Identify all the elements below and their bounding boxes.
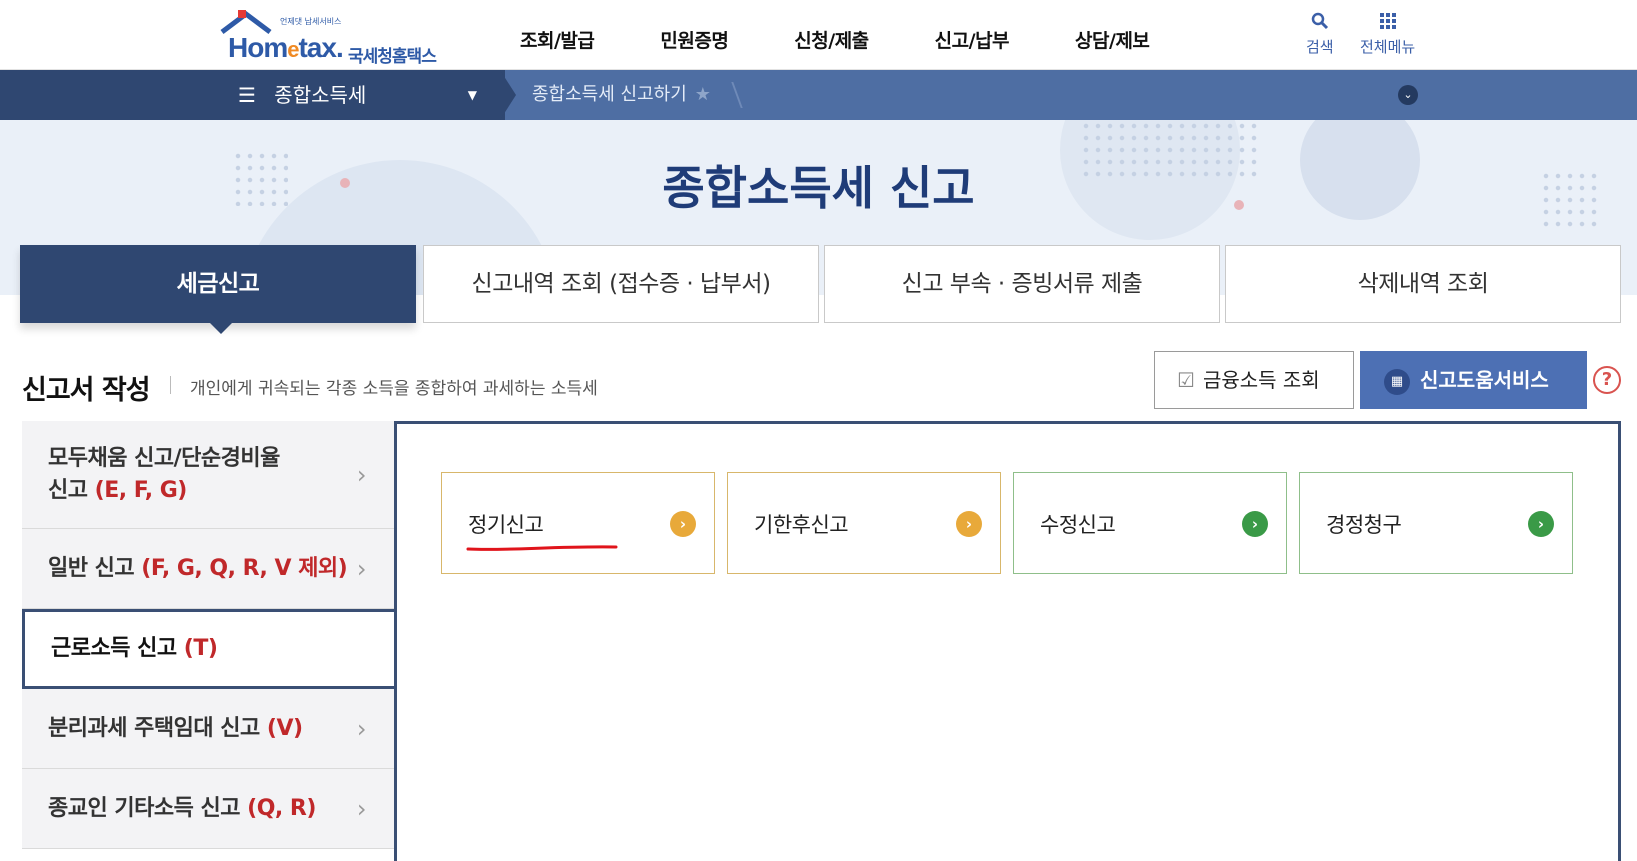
book-icon: ▦ <box>1384 368 1410 395</box>
menu-item-label: 신고 <box>48 478 95 503</box>
nav-filing-payment[interactable]: 신고/납부 <box>935 26 1010 53</box>
nav-consultation[interactable]: 상담/제보 <box>1075 26 1150 53</box>
logo-korean: 국세청홈택스 <box>348 47 437 67</box>
menu-item-code: (E, F, G) <box>94 478 188 503</box>
tab-pointer <box>209 322 233 334</box>
chevron-right-icon: › <box>356 714 367 743</box>
menu-item-general[interactable]: 일반 신고 (F, G, Q, R, V 제외) › <box>22 529 396 609</box>
card-label: 수정신고 <box>1040 513 1116 537</box>
chevron-right-icon: › <box>356 554 367 583</box>
arrow-right-circle-icon: › <box>1528 511 1554 537</box>
card-label: 정기신고 <box>468 513 544 537</box>
menu-item-code: (T) <box>183 636 218 661</box>
checkbox-icon: ☑ <box>1177 368 1195 392</box>
nav-application[interactable]: 신청/제출 <box>794 26 869 53</box>
breadcrumb-label: 종합소득세 신고하기 <box>532 84 687 105</box>
current-menu-dropdown[interactable]: ☰ 종합소득세 ▼ <box>220 70 505 120</box>
caret-down-icon: ▼ <box>467 88 477 102</box>
menu-item-religious-income[interactable]: 종교인 기타소득 신고 (Q, R) › <box>22 769 396 849</box>
star-icon[interactable]: ★ <box>695 84 711 105</box>
section-description: 개인에게 귀속되는 각종 소득을 종합하여 과세하는 소득세 <box>190 379 598 399</box>
card-refund-claim[interactable]: 경정청구 › <box>1299 472 1573 574</box>
menu-item-code: (F, G, Q, R, V 제외) <box>141 556 348 581</box>
arrow-right-circle-icon: › <box>956 511 982 537</box>
search-button[interactable]: 검색 <box>1306 12 1334 57</box>
card-late-filing[interactable]: 기한후신고 › <box>727 472 1001 574</box>
nav-certificates[interactable]: 민원증명 <box>660 26 728 53</box>
logo-brand: Hometax. <box>228 32 344 64</box>
chevron-down-icon[interactable]: ⌄ <box>1398 85 1418 105</box>
top-header: 언제댓 납세서비스 Hometax. 국세청홈택스 조회/발급 민원증명 신청/… <box>0 0 1637 70</box>
menu-item-earned-income[interactable]: 근로소득 신고 (T) <box>22 609 396 689</box>
tab-label: 삭제내역 조회 <box>1357 271 1489 297</box>
chevron-right-icon: › <box>356 460 367 489</box>
menu-item-label: 종교인 기타소득 신고 <box>48 796 248 821</box>
help-question-icon[interactable]: ? <box>1593 366 1621 394</box>
menu-item-label-line2: 신고 (E, F, G) <box>48 475 396 507</box>
section-title: 신고서 작성 <box>22 375 151 406</box>
menu-item-code: (Q, R) <box>247 796 316 821</box>
main-nav: 조회/발급 민원증명 신청/제출 신고/납부 상담/제보 <box>520 26 1215 53</box>
card-label: 기한후신고 <box>754 513 849 537</box>
menu-item-code: (V) <box>266 716 303 741</box>
menu-item-label-line1: 모두채움 신고/단순경비율 <box>48 446 280 471</box>
chevron-right-icon: › <box>356 794 367 823</box>
logo-brand-pre: Hom <box>228 32 288 63</box>
filing-help-label: 신고도움서비스 <box>1420 368 1549 392</box>
financial-income-button[interactable]: ☑ 금융소득 조회 <box>1154 351 1354 409</box>
hometax-logo[interactable]: 언제댓 납세서비스 Hometax. 국세청홈택스 <box>220 10 460 67</box>
tab-label: 세금신고 <box>176 271 260 297</box>
current-menu-label: 종합소득세 <box>274 83 367 107</box>
breadcrumb-end <box>719 82 743 108</box>
red-underline-annotation <box>466 545 618 551</box>
tab-tax-filing[interactable]: 세금신고 <box>20 245 416 334</box>
menu-item-prefilled[interactable]: 모두채움 신고/단순경비율 신고 (E, F, G) › <box>22 421 396 529</box>
tab-filing-history[interactable]: 신고내역 조회 (접수증 · 납부서) <box>423 245 819 323</box>
page-title: 종합소득세 신고 <box>662 161 975 215</box>
financial-income-label: 금융소득 조회 <box>1202 368 1320 392</box>
tab-label: 신고 부속 · 증빙서류 제출 <box>901 271 1143 297</box>
logo-brand-post: tax. <box>298 32 343 63</box>
arrow-right-circle-icon: › <box>1242 511 1268 537</box>
all-menu-button[interactable]: 전체메뉴 <box>1360 12 1415 57</box>
hamburger-icon: ☰ <box>238 83 256 107</box>
divider <box>170 376 171 394</box>
all-menu-label: 전체메뉴 <box>1360 38 1416 56</box>
tab-bar: 세금신고 신고내역 조회 (접수증 · 납부서) 신고 부속 · 증빙서류 제출… <box>20 245 1621 334</box>
card-label: 경정청구 <box>1326 513 1402 537</box>
tab-submit-documents[interactable]: 신고 부속 · 증빙서류 제출 <box>824 245 1220 323</box>
arrow-right-circle-icon: › <box>670 511 696 537</box>
menu-item-label: 분리과세 주택임대 신고 <box>48 716 267 741</box>
search-icon <box>1306 12 1334 36</box>
card-regular-filing[interactable]: 정기신고 › <box>441 472 715 574</box>
search-label: 검색 <box>1306 38 1334 56</box>
nav-inquiry[interactable]: 조회/발급 <box>520 26 595 53</box>
grid-icon <box>1360 12 1415 36</box>
breadcrumb[interactable]: 종합소득세 신고하기 ★ <box>532 70 711 120</box>
menu-item-housing-rental[interactable]: 분리과세 주택임대 신고 (V) › <box>22 689 396 769</box>
menu-item-label: 일반 신고 <box>48 556 142 581</box>
location-bar: ☰ 종합소득세 ▼ 종합소득세 신고하기 ★ ⌄ <box>0 70 1637 120</box>
logo-tagline: 언제댓 납세서비스 <box>280 17 342 26</box>
tab-deleted-history[interactable]: 삭제내역 조회 <box>1225 245 1621 323</box>
logo-brand-e: e <box>287 37 299 62</box>
left-menu: 모두채움 신고/단순경비율 신고 (E, F, G) › 일반 신고 (F, G… <box>22 421 396 849</box>
card-amended-filing[interactable]: 수정신고 › <box>1013 472 1287 574</box>
breadcrumb-separator <box>500 70 516 120</box>
filing-panel: 정기신고 › 기한후신고 › 수정신고 › 경정청구 › <box>394 421 1621 861</box>
filing-help-button[interactable]: ▦ 신고도움서비스 <box>1360 351 1587 409</box>
tab-label: 신고내역 조회 (접수증 · 납부서) <box>471 271 771 297</box>
menu-item-label: 근로소득 신고 <box>51 636 184 661</box>
